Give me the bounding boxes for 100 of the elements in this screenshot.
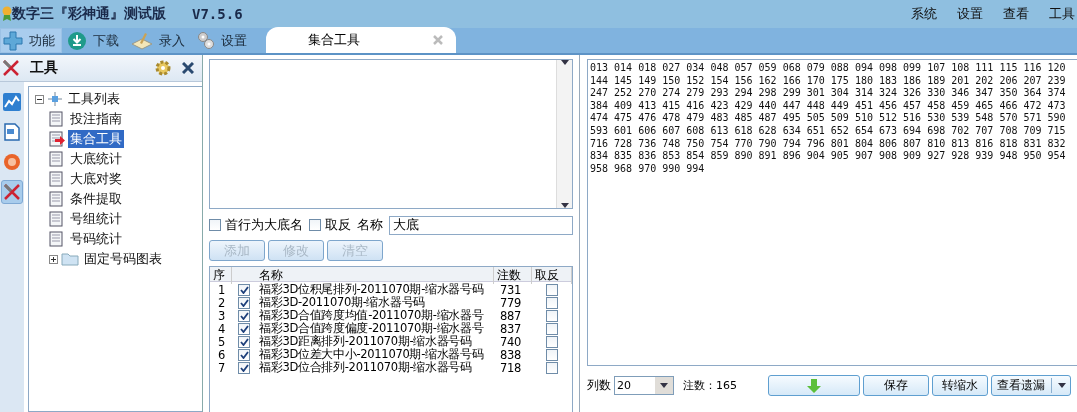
gears-icon	[197, 30, 215, 51]
checkbox[interactable]	[238, 322, 250, 335]
columns-dropdown[interactable]: 20	[614, 376, 674, 395]
download-icon	[67, 30, 87, 51]
number-line: 474 475 476 478 479 483 485 487 495 505 509 510 512 516 530 539 548 570 571 590	[590, 112, 1067, 125]
collapse-toggle[interactable]	[35, 94, 44, 104]
toolbar-button[interactable]: 设置	[194, 28, 254, 53]
document-icon	[4, 123, 20, 141]
table-cell-text: 779	[499, 295, 523, 310]
name-field[interactable]: 大底	[389, 215, 573, 235]
table-cell-text: 731	[499, 282, 523, 297]
checkbox[interactable]	[546, 322, 558, 335]
checkbox[interactable]	[238, 296, 250, 309]
menu-button[interactable]: 查看遗漏	[991, 375, 1071, 396]
download-button[interactable]	[768, 375, 860, 396]
document-icon	[49, 111, 65, 127]
table-cell-text: 740	[499, 334, 523, 349]
table-cell-text: 福彩3D位差大中小-2011070期-缩水器号码	[258, 347, 485, 361]
sidebar-button[interactable]	[1, 180, 23, 204]
checkbox[interactable]	[238, 348, 250, 361]
checkbox[interactable]	[238, 309, 250, 322]
tree-item[interactable]: 工具列表	[66, 90, 122, 108]
tree-item[interactable]: 集合工具	[68, 130, 124, 148]
number-line: 716 728 736 748 750 754 770 790 794 796 801 804 806 807 810 813 816 818 831 832	[590, 137, 1067, 151]
expand-toggle[interactable]	[49, 254, 58, 264]
checkbox[interactable]	[238, 361, 250, 374]
menu-item[interactable]: 设置	[957, 5, 983, 23]
checkbox-label: 首行为大底名	[225, 216, 303, 234]
panel-title: 工具	[30, 59, 58, 77]
table-cell-text: 838	[499, 347, 523, 362]
tree-item[interactable]: 大底对奖	[68, 170, 124, 188]
result-text-area[interactable]	[587, 59, 1077, 366]
toolbar-button[interactable]: 功能	[0, 28, 62, 53]
checkbox[interactable]	[546, 283, 558, 296]
sidebar-button[interactable]	[1, 120, 23, 144]
tree-item[interactable]: 号码统计	[68, 230, 124, 248]
number-line: 834 835 836 853 854 859 890 891 896 904 905 907 908 909 927 928 939 948 950 954	[590, 150, 1067, 163]
menu-item[interactable]: 查看	[1003, 5, 1029, 23]
checkbox[interactable]	[209, 219, 221, 231]
folder-icon	[61, 252, 79, 266]
document-icon	[49, 191, 65, 207]
toolbar-button[interactable]: 录入	[128, 28, 192, 53]
medal-icon	[2, 6, 12, 22]
tree-item[interactable]: 大底统计	[68, 150, 124, 168]
table-cell-text: 887	[499, 308, 523, 323]
document-icon	[49, 211, 65, 227]
sidebar-button[interactable]	[1, 90, 23, 114]
scroll-down-icon	[560, 203, 569, 208]
table-cell-text: 718	[499, 360, 523, 375]
number-line: 013 014 018 027 034 048 057 059 068 079 088 094 098 099 107 108 111 115 116 120	[590, 62, 1067, 75]
plus-icon	[3, 30, 23, 51]
scrollbar[interactable]	[556, 60, 572, 208]
table-cell-text: 5	[217, 334, 227, 349]
column-header: 注数	[494, 267, 532, 284]
menu-item[interactable]: 工具	[1049, 5, 1075, 23]
table-cell-text: 7	[217, 360, 227, 375]
toolbar-button[interactable]: 下载	[64, 28, 126, 53]
table-cell-text: 福彩3D合值跨度偏度-2011070期-缩水器号	[258, 321, 485, 335]
tab[interactable]: 集合工具	[266, 27, 456, 53]
column-header: 名称	[256, 267, 494, 284]
number-line: 247 252 270 274 279 293 294 298 299 301 304 314 324 326 330 346 347 350 364 374	[590, 87, 1067, 100]
action-button[interactable]: 转缩水	[932, 375, 988, 396]
tree-item[interactable]: 条件提取	[68, 190, 124, 208]
checkbox[interactable]	[238, 335, 250, 348]
checkbox[interactable]	[546, 361, 558, 374]
table-cell-text: 福彩3D位合排列-2011070期-缩水器号码	[258, 360, 473, 375]
dropdown-arrow-icon	[660, 383, 668, 388]
field-label: 列数	[587, 377, 611, 394]
table-cell-text: 1	[217, 282, 227, 297]
tools-icon	[3, 183, 21, 201]
version-label: V7.5.6	[192, 6, 243, 22]
number-line: 958 968 970 990 994	[590, 162, 706, 176]
window-title: 数字三『彩神通』测试版	[12, 5, 166, 23]
document-icon	[49, 151, 65, 167]
checkbox[interactable]	[546, 296, 558, 309]
close-icon[interactable]	[182, 62, 194, 74]
menu-item[interactable]: 系统	[911, 5, 937, 23]
document-icon	[49, 231, 65, 247]
tree-item[interactable]: 号组统计	[68, 210, 124, 228]
table-cell-text: 福彩3D位积尾排列-2011070期-缩水器号码	[258, 282, 485, 296]
document-icon	[49, 171, 65, 187]
chart-icon	[3, 93, 21, 111]
down-arrow-icon	[807, 378, 821, 393]
checkbox[interactable]	[238, 283, 250, 296]
settings-icon[interactable]	[154, 59, 172, 77]
tree-item[interactable]: 投注指南	[68, 110, 124, 128]
checkbox[interactable]	[546, 348, 558, 361]
checkbox[interactable]	[546, 309, 558, 322]
number-line: 144 145 149 150 152 154 156 162 166 170 175 180 183 186 189 201 202 206 207 239	[590, 74, 1067, 88]
number-line: 384 409 413 415 416 423 429 440 447 448 449 451 456 457 458 459 465 466 472 473	[590, 99, 1067, 113]
checkbox-label: 取反	[325, 216, 351, 234]
pick-badge-icon	[3, 153, 21, 171]
table-cell-text: 福彩3D-2011070期-缩水器号码	[258, 295, 426, 309]
action-button[interactable]: 保存	[863, 375, 929, 396]
table-cell-text: 2	[217, 295, 227, 310]
tree-item[interactable]: 固定号码图表	[82, 250, 164, 268]
checkbox[interactable]	[309, 219, 321, 231]
table-cell-text: 6	[217, 347, 227, 362]
caret-icon	[1057, 383, 1066, 388]
checkbox[interactable]	[546, 335, 558, 348]
